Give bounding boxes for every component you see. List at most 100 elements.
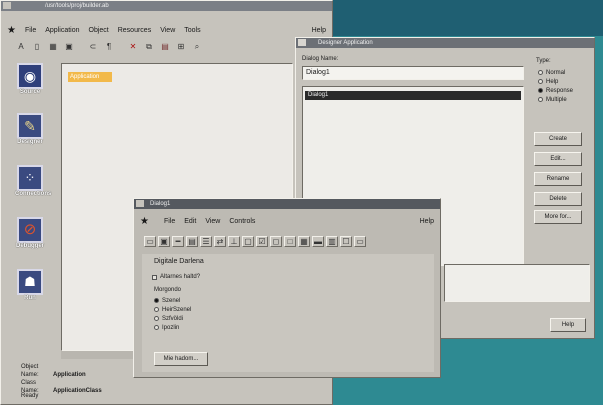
window-menu-icon[interactable] bbox=[136, 200, 144, 207]
dialog1-window: Dialog1 ★ File Edit View Controls Help ▭… bbox=[133, 198, 441, 378]
menu-view[interactable]: View bbox=[160, 27, 175, 34]
menu-tools[interactable]: Tools bbox=[184, 27, 200, 34]
dialog1-menubar: ★ File Edit View Controls Help bbox=[134, 215, 440, 227]
palette-item-debugger[interactable]: ⊘ Debugger bbox=[15, 217, 45, 269]
tool-palette: ◉ Source ✎ Designer ⁘ Connections ⊘ Debu… bbox=[15, 63, 51, 319]
radio-option-4[interactable]: Ipozlin bbox=[154, 323, 191, 332]
image-tool-icon[interactable]: ▣ bbox=[158, 236, 170, 247]
checkbox-tool-icon[interactable]: ☑ bbox=[256, 236, 268, 247]
text-tool-icon[interactable]: ▬ bbox=[312, 236, 324, 247]
help-button[interactable]: Help bbox=[550, 318, 586, 332]
radio-option-1[interactable]: Szenel bbox=[154, 296, 191, 305]
canvas-object-application[interactable]: Application bbox=[68, 72, 112, 82]
type-normal[interactable]: Normal bbox=[538, 68, 573, 77]
builder-title: /usr/tools/proj/builder.ab bbox=[45, 3, 109, 9]
link-tool-icon[interactable]: ⊂ bbox=[87, 41, 99, 52]
type-response[interactable]: Response bbox=[538, 86, 573, 95]
designer-icon: ✎ bbox=[17, 113, 43, 139]
checkbox-option[interactable]: Altarnes haltd? bbox=[152, 274, 200, 280]
separator-tool-icon[interactable]: ━ bbox=[172, 236, 184, 247]
menu-help[interactable]: Help bbox=[420, 218, 434, 225]
builder-menubar: ★ File Application Object Resources View… bbox=[1, 24, 332, 36]
menu-controls[interactable]: Controls bbox=[229, 218, 255, 225]
window-menu-icon[interactable] bbox=[298, 39, 306, 46]
object-info: Object Name: Application Class Name: Appli… bbox=[21, 364, 102, 394]
source-icon: ◉ bbox=[17, 63, 43, 89]
menu-object[interactable]: Object bbox=[89, 27, 109, 34]
list-tool-icon[interactable]: ☰ bbox=[200, 236, 212, 247]
image-tool-icon[interactable]: ▣ bbox=[63, 41, 75, 52]
menu-application[interactable]: Application bbox=[45, 27, 79, 34]
run-icon: ☗ bbox=[17, 269, 43, 295]
menu-help[interactable]: Help bbox=[312, 27, 326, 34]
table-tool-icon[interactable]: ▥ bbox=[326, 236, 338, 247]
menu-edit[interactable]: Edit bbox=[184, 218, 196, 225]
combo-tool-icon[interactable]: ▭ bbox=[354, 236, 366, 247]
status-bar: Ready bbox=[21, 393, 39, 399]
panel-tool-icon[interactable]: □ bbox=[284, 236, 296, 247]
layout-icon[interactable]: ⊞ bbox=[175, 41, 187, 52]
dialog1-titlebar[interactable]: Dialog1 bbox=[134, 199, 440, 209]
content-heading: Digitale Darlena bbox=[154, 258, 204, 265]
type-label: Type: bbox=[536, 58, 551, 64]
star-icon[interactable]: ★ bbox=[7, 25, 16, 36]
menu-tool-icon[interactable]: ▦ bbox=[298, 236, 310, 247]
pushbutton-tool-icon[interactable]: ▭ bbox=[144, 236, 156, 247]
dialog1-content: Digitale Darlena Altarnes haltd? Morgond… bbox=[142, 254, 434, 372]
more-for-button[interactable]: More for... bbox=[534, 210, 582, 224]
frame-tool-icon[interactable]: ▯ bbox=[31, 41, 43, 52]
connections-icon: ⁘ bbox=[17, 165, 43, 191]
radio-selected-icon bbox=[538, 88, 543, 93]
paragraph-icon[interactable]: ¶ bbox=[103, 41, 115, 52]
radio-option-2[interactable]: HeirSzenel bbox=[154, 305, 191, 314]
palette-item-connections[interactable]: ⁘ Connections bbox=[15, 165, 51, 217]
description-area[interactable] bbox=[444, 264, 590, 302]
palette-item-source[interactable]: ◉ Source bbox=[15, 63, 45, 113]
menu-file[interactable]: File bbox=[164, 218, 175, 225]
type-group: Normal Help Response Multiple bbox=[538, 68, 573, 104]
controls-toolbar: ▭ ▣ ━ ▤ ☰ ⇄ ⊥ ▢ ☑ ◻ □ ▦ ▬ ▥ ☐ ▭ bbox=[144, 236, 366, 247]
grid-tool-icon[interactable]: ▦ bbox=[47, 41, 59, 52]
dialogs-titlebar[interactable]: Designer Application bbox=[296, 38, 594, 48]
palette-item-designer[interactable]: ✎ Designer bbox=[15, 113, 45, 165]
radio-icon bbox=[538, 97, 543, 102]
window-menu-icon[interactable] bbox=[3, 2, 11, 9]
debugger-icon: ⊘ bbox=[17, 217, 43, 243]
field-tool-icon[interactable]: ▢ bbox=[242, 236, 254, 247]
dialog-name-field[interactable]: Dialog1 bbox=[302, 66, 524, 80]
edit-button[interactable]: Edit... bbox=[534, 152, 582, 166]
list-item[interactable]: Dialog1 bbox=[305, 91, 521, 100]
builder-toolbar: A ▯ ▦ ▣ ⊂ ¶ ✕ ⧉ ▤ ⊞ ⌕ bbox=[15, 41, 203, 52]
slider-tool-icon[interactable]: ⇄ bbox=[214, 236, 226, 247]
copy-icon[interactable]: ⧉ bbox=[143, 41, 155, 52]
palette-item-run[interactable]: ☗ Run bbox=[15, 269, 45, 319]
radio-group: Szenel HeirSzenel Szfvöldi Ipozlin bbox=[154, 296, 191, 332]
label-tool-icon[interactable]: ▤ bbox=[186, 236, 198, 247]
rename-button[interactable]: Rename bbox=[534, 172, 582, 186]
builder-titlebar[interactable]: /usr/tools/proj/builder.ab bbox=[1, 1, 332, 11]
group-label: Morgondo bbox=[154, 287, 182, 293]
frame-tool-icon[interactable]: ◻ bbox=[270, 236, 282, 247]
find-icon[interactable]: ⌕ bbox=[191, 41, 203, 52]
star-icon[interactable]: ★ bbox=[140, 216, 149, 227]
radio-icon bbox=[154, 316, 159, 321]
radio-icon bbox=[538, 79, 543, 84]
type-help[interactable]: Help bbox=[538, 77, 573, 86]
cut-icon[interactable]: ✕ bbox=[127, 41, 139, 52]
more-button[interactable]: Mie hadom... bbox=[154, 352, 208, 366]
scale-tool-icon[interactable]: ⊥ bbox=[228, 236, 240, 247]
radio-selected-icon bbox=[154, 298, 159, 303]
menu-resources[interactable]: Resources bbox=[118, 27, 151, 34]
type-multiple[interactable]: Multiple bbox=[538, 95, 573, 104]
dialog-name-label: Dialog Name: bbox=[302, 56, 339, 62]
text-tool-icon[interactable]: A bbox=[15, 41, 27, 52]
create-button[interactable]: Create bbox=[534, 132, 582, 146]
paste-icon[interactable]: ▤ bbox=[159, 41, 171, 52]
radio-icon bbox=[154, 325, 159, 330]
delete-button[interactable]: Delete bbox=[534, 192, 582, 206]
radio-option-3[interactable]: Szfvöldi bbox=[154, 314, 191, 323]
menu-view[interactable]: View bbox=[205, 218, 220, 225]
menu-file[interactable]: File bbox=[25, 27, 36, 34]
checkbox-icon bbox=[152, 274, 157, 280]
option-tool-icon[interactable]: ☐ bbox=[340, 236, 352, 247]
